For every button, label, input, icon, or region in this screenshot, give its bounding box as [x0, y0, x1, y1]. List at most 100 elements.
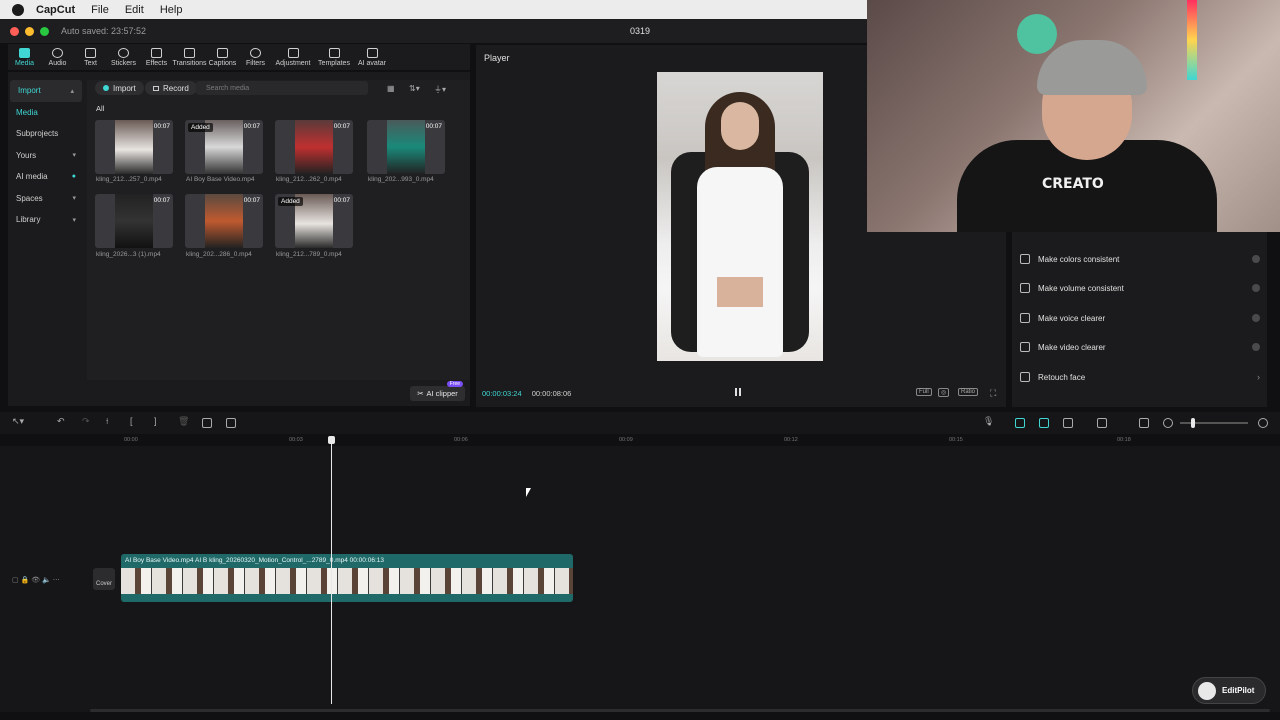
free-badge: Free: [446, 381, 463, 387]
make-voice-clearer-row[interactable]: Make voice clearer: [1020, 307, 1260, 329]
playhead[interactable]: [328, 436, 335, 704]
video-thumbnail-image: [115, 120, 153, 174]
pause-button[interactable]: [735, 387, 745, 397]
zoom-in-icon[interactable]: [1258, 418, 1268, 428]
video-thumbnail-image: [115, 194, 153, 248]
delete-icon[interactable]: 🗑: [178, 416, 189, 426]
cover-button[interactable]: Cover: [93, 568, 115, 590]
close-window-button[interactable]: [10, 26, 19, 36]
media-thumbnail[interactable]: 00:07: [185, 194, 263, 248]
timeline-ruler[interactable]: 00:00 00:03 00:06 00:09 00:12 00:15 00:1…: [88, 434, 1280, 446]
duration: 00:07: [333, 123, 350, 130]
redo-icon[interactable]: ↷: [82, 416, 92, 426]
toggle[interactable]: [1252, 284, 1260, 292]
sidebar-item-subprojects[interactable]: Subprojects: [8, 123, 84, 145]
toggle[interactable]: [1252, 343, 1260, 351]
menu-edit[interactable]: Edit: [125, 4, 144, 16]
media-thumbnail[interactable]: Added 00:07: [275, 194, 353, 248]
tab-transitions[interactable]: Transitions: [173, 44, 207, 70]
sidebar-item-yours[interactable]: Yours ▾: [8, 145, 84, 167]
search-input[interactable]: Search media: [196, 81, 368, 95]
tab-stickers[interactable]: Stickers: [107, 44, 140, 70]
grid-view-icon[interactable]: ▦: [387, 84, 395, 93]
zoom-window-button[interactable]: [40, 26, 49, 36]
tab-ai-avatar[interactable]: AI avatar: [354, 44, 390, 70]
media-thumbnail[interactable]: Added 00:07: [185, 120, 263, 174]
screenshot-icon[interactable]: ◎: [938, 388, 950, 397]
sidebar-item-library[interactable]: Library ▾: [8, 209, 84, 231]
make-volume-consistent-row[interactable]: Make volume consistent: [1020, 277, 1260, 299]
ai-clipper-button[interactable]: ✂ AI clipper Free: [410, 381, 465, 401]
filters-icon: [250, 48, 261, 58]
media-thumbnail[interactable]: 00:07: [95, 194, 173, 248]
tab-audio[interactable]: Audio: [41, 44, 74, 70]
media-filename: kling_212...789_0.mp4: [276, 251, 342, 258]
apple-icon[interactable]: [12, 3, 24, 16]
menu-app-name[interactable]: CapCut: [36, 4, 75, 16]
video-thumbnail-image: [205, 194, 243, 248]
tab-media[interactable]: Media: [8, 44, 41, 70]
import-button[interactable]: Import: [95, 81, 144, 95]
zoom-out-icon[interactable]: [1163, 418, 1173, 428]
sidebar-item-media[interactable]: Media: [8, 102, 84, 124]
tab-filters[interactable]: Filters: [239, 44, 272, 70]
toggle[interactable]: [1252, 255, 1260, 263]
record-button[interactable]: Record: [145, 81, 197, 95]
zoom-slider-handle[interactable]: [1191, 418, 1195, 428]
media-thumbnail[interactable]: 00:07: [275, 120, 353, 174]
timeline-area[interactable]: ▢ 🔒 👁 🔈 ⋯ Cover AI Boy Base Video.mp4 AI…: [0, 436, 1280, 712]
video-preview[interactable]: [657, 72, 823, 361]
sidebar-item-label: Media: [16, 107, 38, 117]
plus-icon: [103, 85, 109, 91]
editpilot-button[interactable]: EditPilot: [1192, 677, 1266, 704]
filter-all-label[interactable]: All: [96, 104, 104, 113]
tab-effects[interactable]: Effects: [140, 44, 173, 70]
tab-captions[interactable]: Captions: [206, 44, 239, 70]
media-thumbnail[interactable]: 00:07: [367, 120, 445, 174]
ai-edit-icon[interactable]: [226, 418, 236, 428]
split-icon[interactable]: ⟊: [106, 416, 116, 426]
tab-label: AI avatar: [357, 60, 386, 67]
ai-clipper-label: AI clipper: [426, 389, 458, 398]
menu-help[interactable]: Help: [160, 4, 183, 16]
caption-icon[interactable]: [1139, 418, 1149, 428]
make-colors-consistent-row[interactable]: Make colors consistent: [1020, 248, 1260, 270]
project-name[interactable]: 0319: [630, 26, 650, 36]
link-icon[interactable]: [1015, 418, 1025, 428]
microphone-icon[interactable]: 🎙: [983, 416, 994, 426]
filter-icon[interactable]: ⏚▾: [434, 84, 446, 95]
magnet-icon[interactable]: [1039, 418, 1049, 428]
import-label: Import: [113, 83, 136, 93]
transitions-icon: [184, 48, 195, 58]
menu-file[interactable]: File: [91, 4, 109, 16]
marker-icon[interactable]: [202, 418, 212, 428]
retouch-face-row[interactable]: Retouch face ›: [1020, 366, 1260, 388]
minimize-window-button[interactable]: [25, 26, 34, 36]
fullscreen-icon[interactable]: ⛶: [988, 388, 998, 399]
select-cursor-icon[interactable]: ↖▾: [12, 416, 24, 426]
make-video-clearer-row[interactable]: Make video clearer: [1020, 336, 1260, 358]
sidebar-item-ai-media[interactable]: AI media ●: [8, 166, 84, 188]
preview-axis-icon[interactable]: [1063, 418, 1073, 428]
ratio-button[interactable]: Ratio: [958, 388, 979, 396]
tab-templates[interactable]: Templates: [314, 44, 354, 70]
toggle[interactable]: [1252, 314, 1260, 322]
trim-left-icon[interactable]: [: [130, 416, 140, 426]
split-screen-icon[interactable]: [1097, 418, 1107, 428]
scissors-icon: ✂: [417, 389, 424, 398]
undo-icon[interactable]: ↶: [57, 416, 67, 426]
sidebar-item-spaces[interactable]: Spaces ▾: [8, 188, 84, 210]
trim-right-icon[interactable]: ]: [154, 416, 164, 426]
sort-icon[interactable]: ⇅▾: [409, 84, 420, 93]
full-quality-button[interactable]: Full: [916, 388, 932, 396]
media-thumbnail[interactable]: 00:07: [95, 120, 173, 174]
timeline-scrollbar[interactable]: [90, 709, 1270, 712]
video-clip[interactable]: AI Boy Base Video.mp4 AI B kling_2026032…: [121, 554, 573, 602]
chevron-right-icon: ›: [1257, 372, 1260, 382]
track-icons[interactable]: ▢ 🔒 👁 🔈 ⋯: [12, 576, 60, 584]
tab-text[interactable]: Text: [74, 44, 107, 70]
sidebar-item-import[interactable]: Import ▴: [10, 80, 82, 102]
tab-adjustment[interactable]: Adjustment: [272, 44, 314, 70]
media-library: Import Record Search media ▦ ⇅▾ ⏚▾ All 0…: [87, 80, 470, 401]
tab-label: Stickers: [111, 60, 136, 67]
